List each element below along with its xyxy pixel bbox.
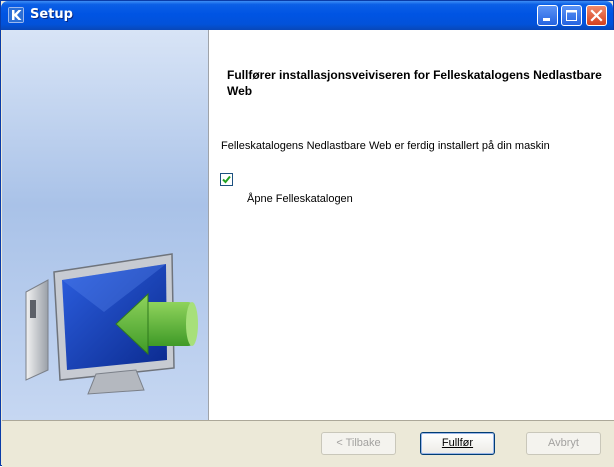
window-title: Setup bbox=[30, 7, 73, 22]
close-button[interactable] bbox=[586, 5, 607, 26]
completion-message: Felleskatalogens Nedlastbare Web er ferd… bbox=[221, 140, 550, 152]
close-icon bbox=[590, 9, 603, 22]
title-bar[interactable]: Setup bbox=[1, 1, 613, 30]
finish-button-label: Fullfør bbox=[441, 437, 474, 449]
wizard-side-panel bbox=[2, 30, 208, 420]
setup-app-icon bbox=[8, 7, 24, 23]
minimize-icon bbox=[543, 18, 550, 21]
back-button[interactable]: < Tilbake bbox=[321, 432, 396, 455]
wizard-content: Fullfører installasjonsveiviseren for Fe… bbox=[208, 30, 614, 420]
page-heading: Fullfører installasjonsveiviseren for Fe… bbox=[227, 68, 602, 98]
cancel-button[interactable]: Avbryt bbox=[526, 432, 601, 455]
checkmark-icon bbox=[222, 175, 231, 184]
computer-install-illustration bbox=[25, 253, 198, 395]
open-app-checkbox-label[interactable]: Åpne Felleskatalogen bbox=[247, 193, 353, 205]
maximize-button[interactable] bbox=[561, 5, 582, 26]
button-bar: < Tilbake Fullfør Avbryt bbox=[2, 420, 614, 467]
maximize-icon bbox=[566, 10, 577, 21]
open-app-checkbox[interactable] bbox=[220, 173, 233, 186]
finish-button[interactable]: Fullfør bbox=[420, 432, 495, 455]
minimize-button[interactable] bbox=[537, 5, 558, 26]
setup-window: Setup Fullfører installasjonsveiviseren … bbox=[0, 0, 614, 467]
